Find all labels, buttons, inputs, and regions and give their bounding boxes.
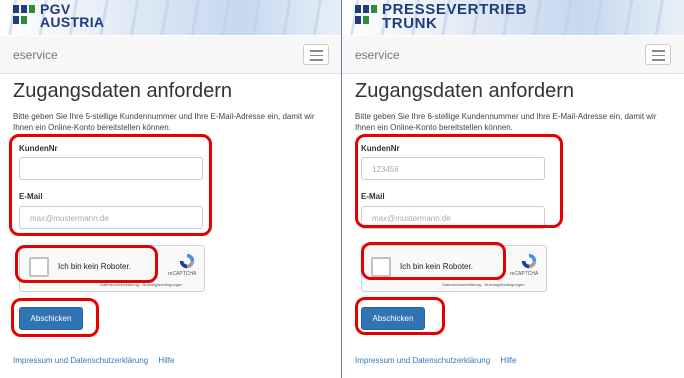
navbar-brand[interactable]: eservice [13, 48, 58, 62]
hamburger-menu-icon[interactable] [645, 44, 671, 65]
recaptcha-links[interactable]: Datenschutzerklärung - Nutzungsbedingung… [442, 282, 525, 287]
logo-mark-icon [355, 3, 379, 31]
recaptcha-logo-icon [521, 253, 537, 269]
customer-number-label: KundenNr [19, 144, 58, 153]
header-banner: PGV AUSTRIA [0, 0, 342, 35]
recaptcha-brand: reCAPTCHA [168, 271, 197, 277]
page-title: Zugangsdaten anfordern [13, 80, 233, 102]
footer-help-link[interactable]: Hilfe [158, 356, 174, 365]
left-panel: PGV AUSTRIA eservice Zugangsdaten anford… [0, 0, 342, 378]
footer-help-link[interactable]: Hilfe [500, 356, 516, 365]
customer-number-label: KundenNr [361, 144, 400, 153]
recaptcha-widget: Ich bin kein Roboter. reCAPTCHA Datensch… [361, 245, 547, 292]
page-description: Bitte geben Sie Ihre 6-stellige Kundennu… [355, 112, 657, 132]
hamburger-menu-icon[interactable] [303, 44, 329, 65]
logo-text: PRESSEVERTRIEB TRUNK [382, 2, 527, 32]
right-panel: PRESSEVERTRIEB TRUNK eservice Zugangsdat… [342, 0, 684, 378]
footer-imprint-link[interactable]: Impressum und Datenschutzerklärung [355, 356, 490, 365]
recaptcha-logo-icon [179, 253, 195, 269]
page-title: Zugangsdaten anfordern [355, 80, 575, 102]
recaptcha-widget: Ich bin kein Roboter. reCAPTCHA Datensch… [19, 245, 205, 292]
email-input[interactable]: max@mustermann.de [19, 206, 203, 229]
footer: Impressum und Datenschutzerklärung Hilfe [13, 356, 182, 365]
footer-imprint-link[interactable]: Impressum und Datenschutzerklärung [13, 356, 148, 365]
logo-line-2: TRUNK [382, 15, 438, 32]
email-label: E-Mail [361, 192, 385, 201]
header-banner: PRESSEVERTRIEB TRUNK [342, 0, 684, 35]
recaptcha-links[interactable]: Datenschutzerklärung - Nutzungsbedingung… [100, 282, 183, 287]
page-description: Bitte geben Sie Ihre 5-stellige Kundennu… [13, 112, 315, 132]
submit-button[interactable]: Abschicken [361, 307, 425, 330]
footer: Impressum und Datenschutzerklärung Hilfe [355, 356, 524, 365]
recaptcha-label: Ich bin kein Roboter. [58, 262, 131, 271]
recaptcha-checkbox[interactable] [371, 257, 391, 277]
navbar: eservice [342, 36, 684, 74]
logo-line-2: AUSTRIA [40, 14, 105, 30]
submit-button[interactable]: Abschicken [19, 307, 83, 330]
recaptcha-brand: reCAPTCHA [510, 271, 539, 277]
email-label: E-Mail [19, 192, 43, 201]
navbar: eservice [0, 36, 342, 74]
customer-number-input[interactable] [19, 157, 203, 180]
customer-number-input[interactable]: 123456 [361, 157, 545, 180]
pressevertrieb-trunk-logo: PRESSEVERTRIEB TRUNK [355, 2, 527, 32]
navbar-brand[interactable]: eservice [355, 48, 400, 62]
recaptcha-checkbox[interactable] [29, 257, 49, 277]
logo-text: PGV AUSTRIA [40, 2, 105, 30]
pgv-austria-logo: PGV AUSTRIA [13, 2, 105, 31]
logo-mark-icon [13, 3, 37, 31]
recaptcha-label: Ich bin kein Roboter. [400, 262, 473, 271]
email-input[interactable]: max@mustermann.de [361, 206, 545, 229]
